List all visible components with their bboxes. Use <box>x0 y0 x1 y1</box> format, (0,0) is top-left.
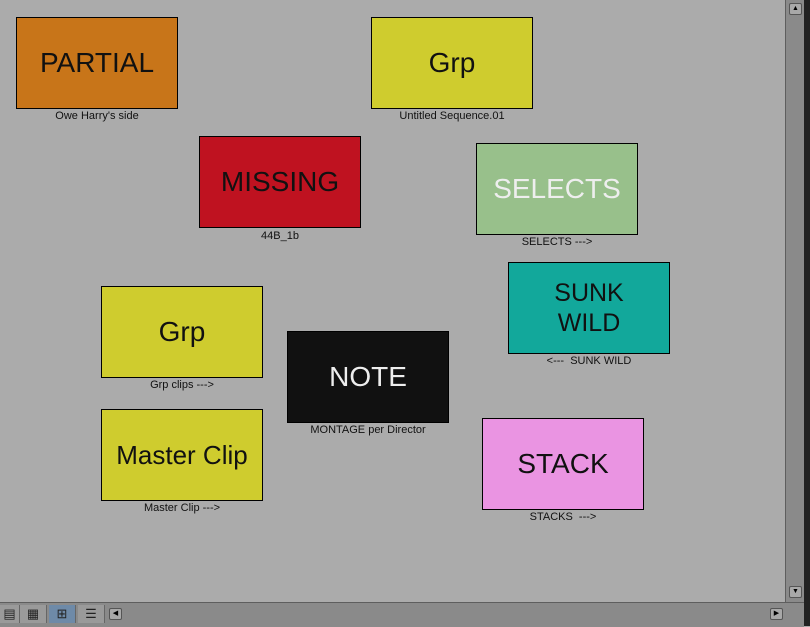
text-view-icon[interactable]: ▦ <box>20 605 47 623</box>
list-view-icon[interactable]: ☰ <box>78 605 105 623</box>
clip-card-grp-sequence[interactable]: Grp <box>371 17 533 109</box>
frame-view-icon[interactable]: ▤ <box>0 605 20 623</box>
scroll-left-icon[interactable]: ◀ <box>109 608 122 620</box>
scroll-down-icon[interactable]: ▼ <box>789 586 802 598</box>
card-label: SUNK WILD <box>554 279 624 337</box>
clip-card-sunk-wild[interactable]: SUNK WILD <box>508 262 670 354</box>
card-label: SELECTS <box>493 173 621 204</box>
card-label: Grp <box>428 47 476 78</box>
card-caption: Untitled Sequence.01 <box>399 110 505 122</box>
card-label: Grp <box>158 316 206 347</box>
card-caption: Grp clips ---> <box>150 379 214 391</box>
card-caption: MONTAGE per Director <box>310 424 426 436</box>
card-label: STACK <box>517 448 609 479</box>
clip-card-master-clip[interactable]: Master Clip <box>101 409 263 501</box>
clip-card-grp-clips[interactable]: Grp <box>101 286 263 378</box>
window-edge <box>804 0 810 626</box>
vertical-scrollbar[interactable]: ▲ ▼ <box>785 0 805 602</box>
clip-card-selects[interactable]: SELECTS <box>476 143 638 235</box>
card-caption: SELECTS ---> <box>521 236 593 248</box>
card-label: NOTE <box>329 361 407 392</box>
card-caption: Master Clip ---> <box>143 502 221 514</box>
card-label: PARTIAL <box>39 47 155 78</box>
scroll-right-icon[interactable]: ▶ <box>770 608 783 620</box>
card-caption: <--- SUNK WILD <box>546 355 632 367</box>
card-caption: STACKS ---> <box>529 511 597 523</box>
clip-card-partial[interactable]: PARTIAL <box>16 17 178 109</box>
card-caption: Owe Harry's side <box>55 110 139 122</box>
scroll-up-icon[interactable]: ▲ <box>789 3 802 15</box>
horizontal-scrollbar[interactable] <box>124 605 768 623</box>
script-view-icon[interactable]: ⊞ <box>49 605 76 623</box>
clip-card-note[interactable]: NOTE <box>287 331 449 423</box>
card-caption: 44B_1b <box>261 230 299 242</box>
card-label: Master Clip <box>116 440 248 470</box>
bin-canvas: PARTIAL Owe Harry's side Grp Untitled Se… <box>0 0 785 602</box>
bottom-toolbar: ▤ ▦ ⊞ ☰ ◀ ▶ <box>0 602 804 627</box>
clip-card-missing[interactable]: MISSING <box>199 136 361 228</box>
clip-card-stack[interactable]: STACK <box>482 418 644 510</box>
card-label: MISSING <box>220 166 340 197</box>
